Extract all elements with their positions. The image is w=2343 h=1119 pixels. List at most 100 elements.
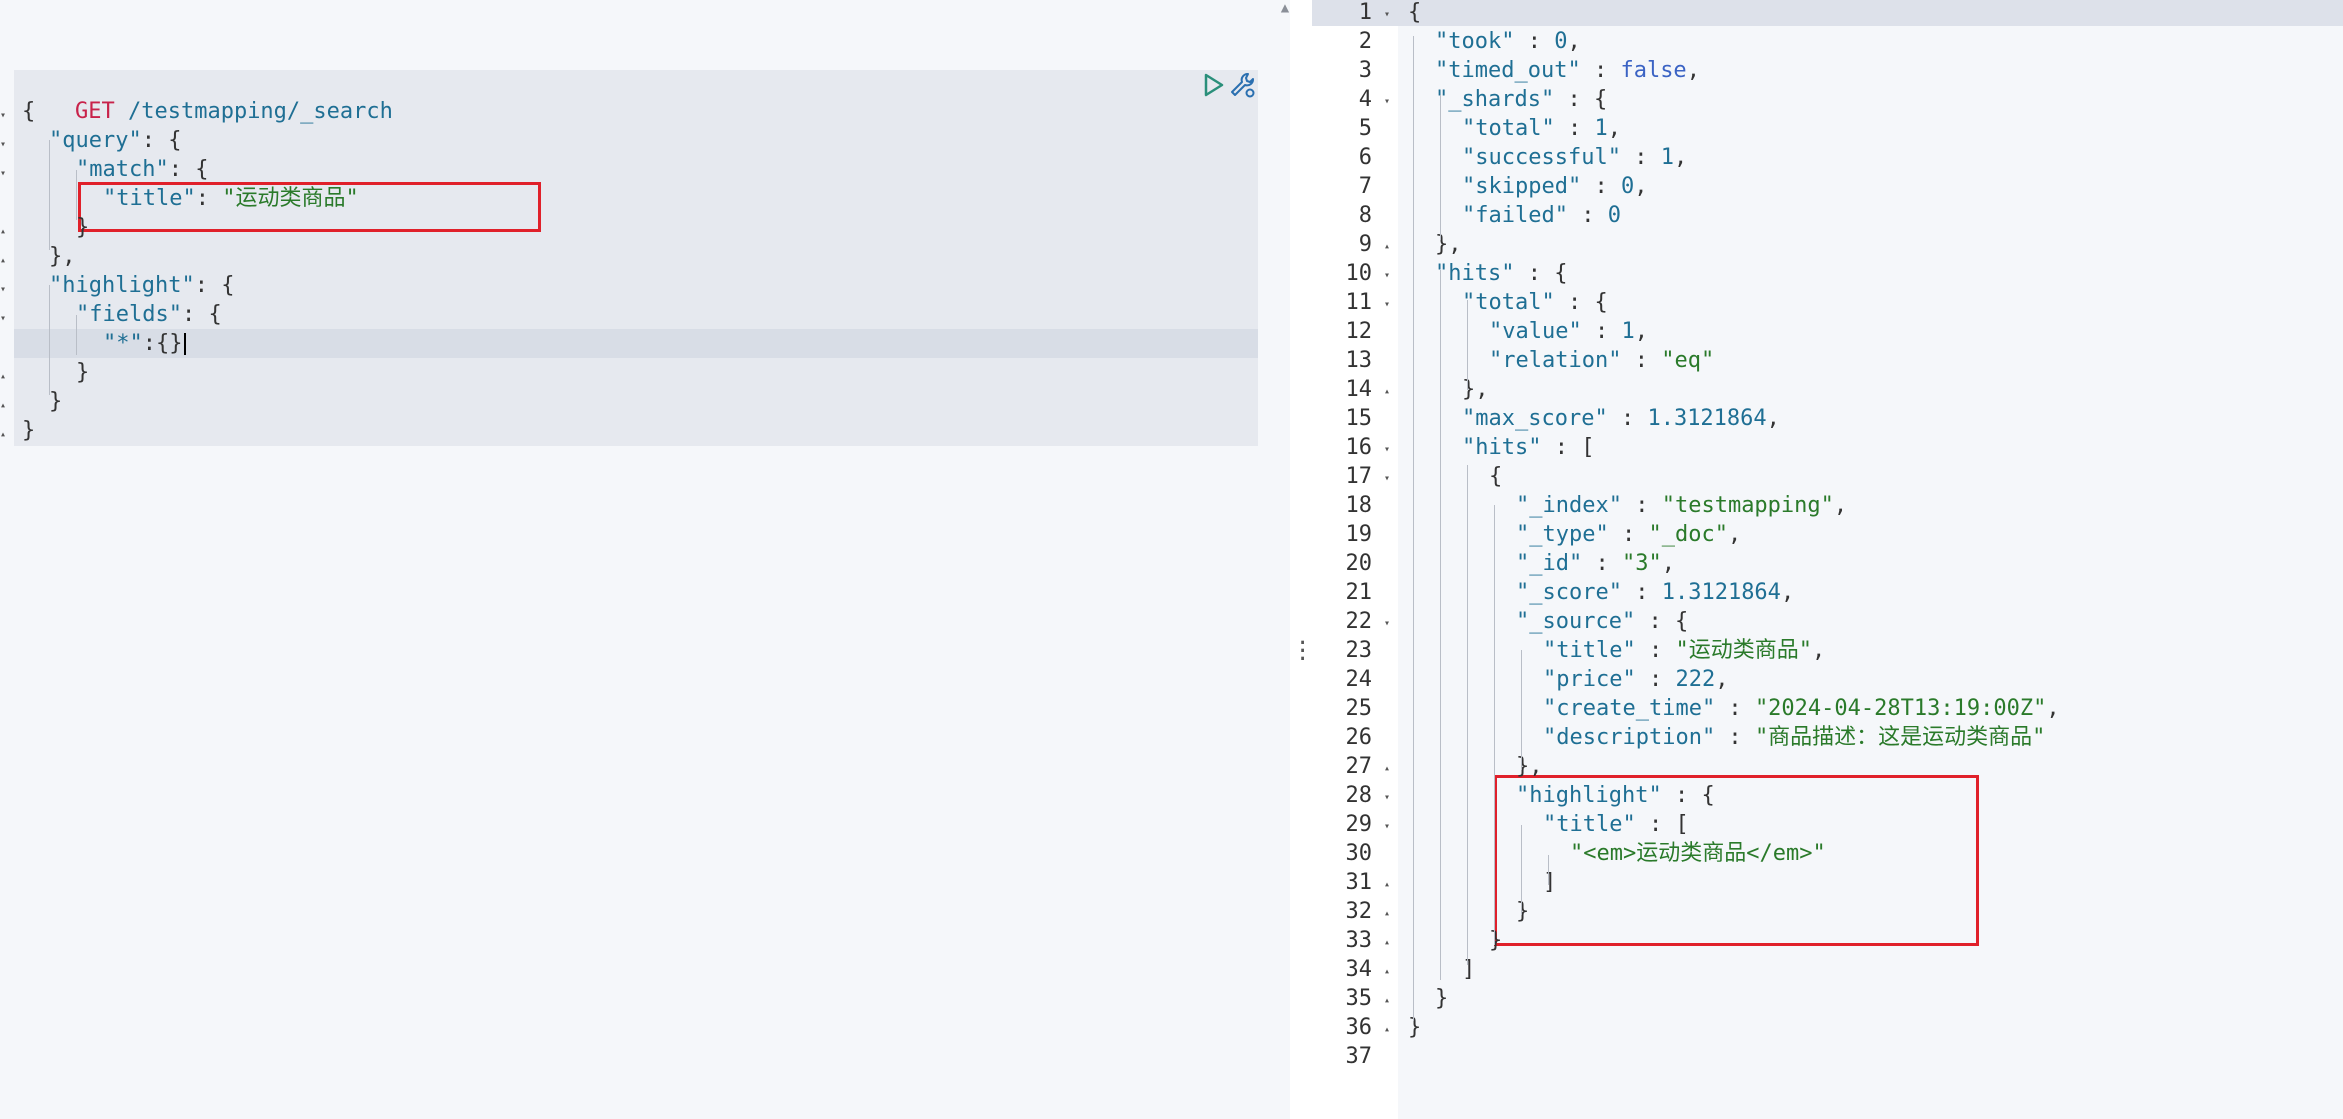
- response-code-line[interactable]: "title" : [: [1543, 810, 1689, 839]
- response-code-line[interactable]: "value" : 1,: [1489, 317, 1648, 346]
- request-code-line[interactable]: }: [76, 358, 89, 387]
- request-code-line[interactable]: }: [49, 387, 62, 416]
- pane-divider[interactable]: [1290, 0, 1312, 1119]
- fold-collapse-icon[interactable]: ▴: [1384, 377, 1390, 406]
- json-key: "price": [1543, 667, 1636, 692]
- fold-collapse-icon[interactable]: ▴: [0, 246, 10, 275]
- request-code-line[interactable]: "highlight": {: [49, 271, 234, 300]
- response-code-line[interactable]: "description" : "商品描述：这是运动类商品": [1543, 723, 2045, 752]
- json-key: "hits": [1435, 261, 1515, 286]
- response-code-line[interactable]: },: [1462, 375, 1489, 404]
- fold-expand-icon[interactable]: ▾: [0, 275, 10, 304]
- fold-collapse-icon[interactable]: ▴: [1384, 754, 1390, 783]
- response-code-line[interactable]: }: [1435, 984, 1448, 1013]
- wrench-icon[interactable]: [1228, 71, 1256, 99]
- fold-collapse-icon[interactable]: ▴: [0, 420, 10, 449]
- request-code-line[interactable]: "fields": {: [76, 300, 222, 329]
- fold-expand-icon[interactable]: ▾: [1384, 464, 1390, 493]
- response-code-line[interactable]: "total" : {: [1462, 288, 1608, 317]
- resize-handle-icon[interactable]: · · ·: [1296, 633, 1309, 671]
- json-punctuation: ]: [1543, 870, 1557, 895]
- response-code-line[interactable]: "max_score" : 1.3121864,: [1462, 404, 1780, 433]
- fold-expand-icon[interactable]: ▾: [1384, 87, 1390, 116]
- json-number: 0: [1620, 174, 1635, 199]
- json-number: 1: [1594, 116, 1608, 141]
- json-string: "_doc": [1648, 522, 1728, 547]
- fold-collapse-icon[interactable]: ▴: [0, 391, 10, 420]
- json-number: 1: [1621, 319, 1635, 344]
- fold-collapse-icon[interactable]: ▴: [0, 217, 10, 246]
- response-code-line[interactable]: ]: [1543, 868, 1556, 897]
- json-key: "_type": [1516, 522, 1609, 547]
- fold-collapse-icon[interactable]: ▴: [1384, 232, 1390, 261]
- fold-expand-icon[interactable]: ▾: [0, 130, 10, 159]
- response-code-line[interactable]: "failed" : 0: [1462, 201, 1621, 230]
- response-code-line[interactable]: }: [1489, 926, 1502, 955]
- json-punctuation: :: [1514, 29, 1555, 54]
- response-code-line[interactable]: "_id" : "3",: [1516, 549, 1675, 578]
- response-code-line[interactable]: {: [1408, 0, 1421, 27]
- fold-expand-icon[interactable]: ▾: [1384, 609, 1390, 638]
- active-line-highlight: [1312, 0, 2343, 26]
- response-code-line[interactable]: "total" : 1,: [1462, 114, 1621, 143]
- fold-collapse-icon[interactable]: ▴: [1384, 899, 1390, 928]
- fold-expand-icon[interactable]: ▾: [0, 304, 10, 333]
- request-editor[interactable]: ▲ GET /testmapping/_search {"query": {"m…: [14, 0, 1290, 1119]
- fold-expand-icon[interactable]: ▾: [1384, 435, 1390, 464]
- request-code-line[interactable]: "match": {: [76, 155, 208, 184]
- fold-expand-icon[interactable]: ▾: [1384, 261, 1390, 290]
- response-code-line[interactable]: "<em>运动类商品</em>": [1570, 839, 1826, 868]
- response-code-line[interactable]: "_index" : "testmapping",: [1516, 491, 1847, 520]
- request-code-line[interactable]: }: [22, 416, 35, 445]
- response-code-line[interactable]: {: [1489, 462, 1502, 491]
- response-code-line[interactable]: "hits" : [: [1462, 433, 1594, 462]
- fold-expand-icon[interactable]: ▾: [0, 159, 10, 188]
- request-code-line[interactable]: {: [22, 97, 35, 126]
- response-code-line[interactable]: "_type" : "_doc",: [1516, 520, 1741, 549]
- json-punctuation: :: [1715, 696, 1755, 721]
- response-code-line[interactable]: "_score" : 1.3121864,: [1516, 578, 1794, 607]
- response-code-line[interactable]: "timed_out" : false,: [1435, 56, 1700, 85]
- response-code-line[interactable]: "relation" : "eq": [1489, 346, 1714, 375]
- response-code-line[interactable]: "took" : 0,: [1435, 27, 1581, 56]
- fold-expand-icon[interactable]: ▾: [1384, 812, 1390, 841]
- play-icon[interactable]: [1199, 71, 1227, 99]
- response-code-line[interactable]: "successful" : 1,: [1462, 143, 1687, 172]
- fold-collapse-icon[interactable]: ▴: [1384, 870, 1390, 899]
- response-viewer[interactable]: 1 ▾ {2 "took" : 0, 3 "timed_out" : false, 4 ▾ "_…: [1312, 0, 2343, 1119]
- response-code-line[interactable]: "_shards" : {: [1435, 85, 1607, 114]
- json-punctuation: ,: [1661, 551, 1675, 576]
- response-code-line[interactable]: "create_time" : "2024-04-28T13:19:00Z",: [1543, 694, 2060, 723]
- fold-expand-icon[interactable]: ▾: [1384, 0, 1390, 29]
- json-key: "*": [103, 331, 143, 356]
- fold-collapse-icon[interactable]: ▴: [0, 362, 10, 391]
- fold-expand-icon[interactable]: ▾: [1384, 783, 1390, 812]
- json-punctuation: ,: [1766, 406, 1780, 431]
- fold-collapse-icon[interactable]: ▴: [1384, 986, 1390, 1015]
- response-code-line[interactable]: "_source" : {: [1516, 607, 1688, 636]
- response-code-line[interactable]: "hits" : {: [1435, 259, 1567, 288]
- json-string: "运动类商品": [222, 186, 359, 211]
- response-code-line[interactable]: "title" : "运动类商品",: [1543, 636, 1825, 665]
- response-code-line[interactable]: ]: [1462, 955, 1475, 984]
- response-code-line[interactable]: }: [1408, 1013, 1421, 1042]
- request-code-line[interactable]: }: [76, 213, 89, 242]
- fold-collapse-icon[interactable]: ▴: [1384, 957, 1390, 986]
- fold-expand-icon[interactable]: ▾: [1384, 290, 1390, 319]
- response-code-line[interactable]: }: [1516, 897, 1529, 926]
- request-code-line[interactable]: },: [49, 242, 76, 271]
- response-code-line[interactable]: },: [1435, 230, 1462, 259]
- response-code-line[interactable]: "price" : 222,: [1543, 665, 1728, 694]
- indent-guide: [49, 140, 50, 250]
- response-code-line[interactable]: },: [1516, 752, 1543, 781]
- fold-expand-icon[interactable]: ▾: [0, 101, 10, 130]
- fold-collapse-icon[interactable]: ▴: [1384, 928, 1390, 957]
- fold-collapse-icon[interactable]: ▴: [1384, 1015, 1390, 1044]
- indent-guide: [1440, 270, 1441, 980]
- response-code-line[interactable]: "highlight" : {: [1516, 781, 1715, 810]
- json-punctuation: :: [1620, 145, 1661, 170]
- request-code-line[interactable]: "*":{}: [103, 329, 186, 358]
- response-code-line[interactable]: "skipped" : 0,: [1462, 172, 1647, 201]
- request-code-line[interactable]: "query": {: [49, 126, 181, 155]
- request-code-line[interactable]: "title": "运动类商品": [103, 184, 359, 213]
